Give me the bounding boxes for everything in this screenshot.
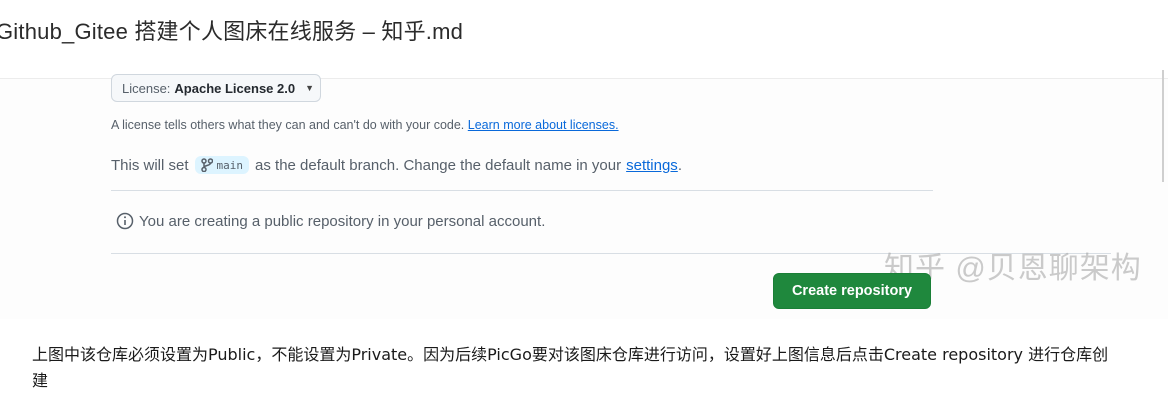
license-help-text: A license tells others what they can and…: [111, 118, 619, 132]
branch-suffix: .: [677, 156, 682, 174]
learn-more-licenses-link[interactable]: Learn more about licenses.: [468, 118, 619, 132]
branch-badge: main: [194, 156, 250, 174]
caption-paragraph: 上图中该仓库必须设置为Public，不能设置为Private。因为后续PicGo…: [32, 342, 1168, 394]
default-branch-text: This will set main as the default branch…: [111, 156, 682, 174]
settings-link[interactable]: settings: [626, 157, 678, 174]
caption-line: 上图中该仓库必须设置为Public，不能设置为Private。因为后续PicGo…: [32, 345, 1109, 364]
info-icon: [116, 212, 134, 230]
caret-down-icon: ▼: [305, 83, 315, 93]
branch-middle: as the default branch. Change the defaul…: [255, 156, 622, 174]
license-select-label: License:: [122, 80, 171, 96]
license-select-value: Apache License 2.0: [174, 80, 296, 96]
license-select[interactable]: License: Apache License 2.0 ▼: [111, 74, 321, 102]
public-notice-text: You are creating a public repository in …: [139, 212, 546, 230]
create-repository-button[interactable]: Create repository: [773, 273, 931, 309]
markdown-viewer: Github_Gitee 搭建个人图床在线服务 – 知乎.md License:…: [0, 0, 1168, 413]
license-help-message: A license tells others what they can and…: [111, 118, 465, 132]
document-title: Github_Gitee 搭建个人图床在线服务 – 知乎.md: [0, 19, 464, 44]
branch-prefix: This will set: [111, 156, 189, 174]
section-divider: [111, 190, 933, 191]
scrollbar-edge: [1162, 70, 1164, 182]
git-branch-icon: [200, 158, 213, 172]
caption-line: 建: [32, 371, 49, 390]
public-repo-notice: You are creating a public repository in …: [116, 212, 545, 230]
branch-name: main: [216, 158, 244, 172]
